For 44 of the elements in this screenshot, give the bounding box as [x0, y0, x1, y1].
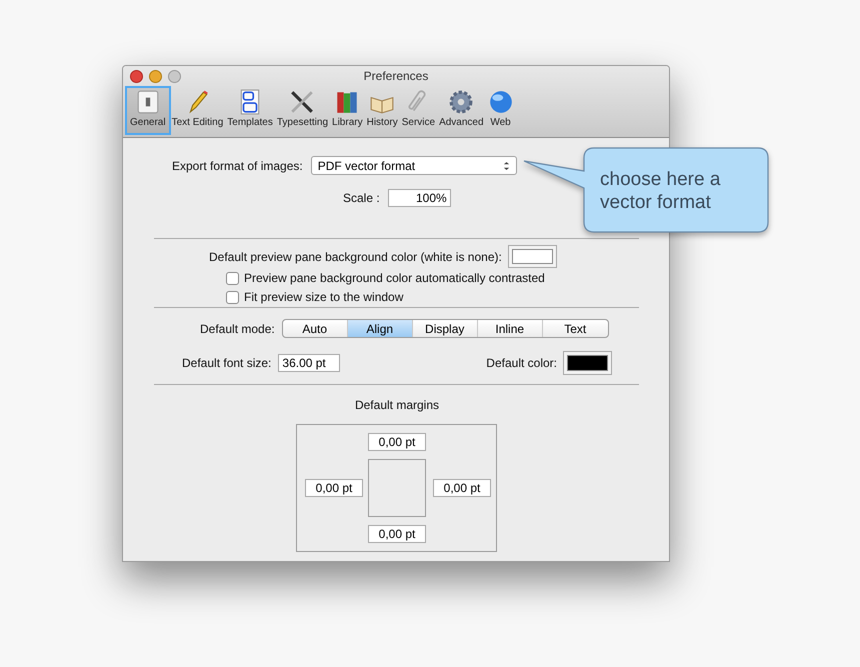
- checkbox-label: Preview pane background color automatically contrasted: [244, 271, 545, 285]
- toolbar-tab[interactable]: Web: [484, 86, 517, 135]
- mode-segment[interactable]: Align: [348, 320, 413, 337]
- close-button[interactable]: [130, 70, 143, 82]
- mode-segment[interactable]: Inline: [478, 320, 543, 337]
- toolbar-tab[interactable]: Text Editing: [168, 86, 226, 135]
- zoom-button[interactable]: [168, 70, 181, 82]
- left-margin-field[interactable]: 0,00 pt: [305, 479, 363, 497]
- mode-segment[interactable]: Display: [412, 320, 478, 337]
- checkbox[interactable]: [226, 290, 239, 304]
- scale-label: Scale :: [343, 191, 380, 205]
- toolbar-tab[interactable]: Service: [398, 86, 438, 135]
- bottom-margin-field[interactable]: 0,00 pt: [368, 525, 426, 543]
- top-margin-field[interactable]: 0,00 pt: [368, 433, 426, 451]
- gear-icon: [448, 89, 474, 115]
- toolbar-tab[interactable]: Templates: [224, 86, 276, 135]
- switch-icon: [134, 89, 161, 115]
- scale-field[interactable]: 100%: [388, 189, 451, 207]
- toolbar-tab[interactable]: Typesetting: [274, 86, 332, 135]
- toolbar-tab[interactable]: Library: [329, 86, 366, 135]
- toolbar-tab[interactable]: History: [364, 86, 401, 135]
- globe-icon: [488, 89, 514, 115]
- preview-color-label: Default preview pane background color (white is none):: [209, 250, 502, 264]
- page-preview: [368, 459, 426, 517]
- default-mode-label: Default mode:: [200, 322, 275, 336]
- font-size-field[interactable]: 36.00 pt: [278, 354, 340, 372]
- color-well[interactable]: [563, 351, 612, 375]
- color-well[interactable]: [508, 245, 557, 268]
- export-format-dropdown[interactable]: PDF vector format: [310, 156, 517, 175]
- tools-icon: [289, 89, 316, 115]
- checkbox[interactable]: [226, 272, 239, 284]
- caret-icon: [502, 160, 510, 170]
- toolbar-tab[interactable]: General: [125, 86, 171, 135]
- callout-text: choose here a vector format: [600, 168, 722, 214]
- default-color-label: Default color:: [486, 356, 557, 370]
- font-size-label: Default font size:: [182, 356, 272, 370]
- window-title: Preferences: [362, 69, 430, 83]
- minimize-button[interactable]: [149, 70, 162, 82]
- checkbox-label: Fit preview size to the window: [244, 290, 404, 304]
- export-format-label: Export format of images:: [172, 158, 303, 172]
- right-margin-field[interactable]: 0,00 pt: [433, 479, 491, 497]
- mode-segment[interactable]: Text: [542, 320, 608, 337]
- toolbar-tab[interactable]: Advanced: [436, 86, 487, 135]
- margins-heading: Default margins: [354, 398, 440, 412]
